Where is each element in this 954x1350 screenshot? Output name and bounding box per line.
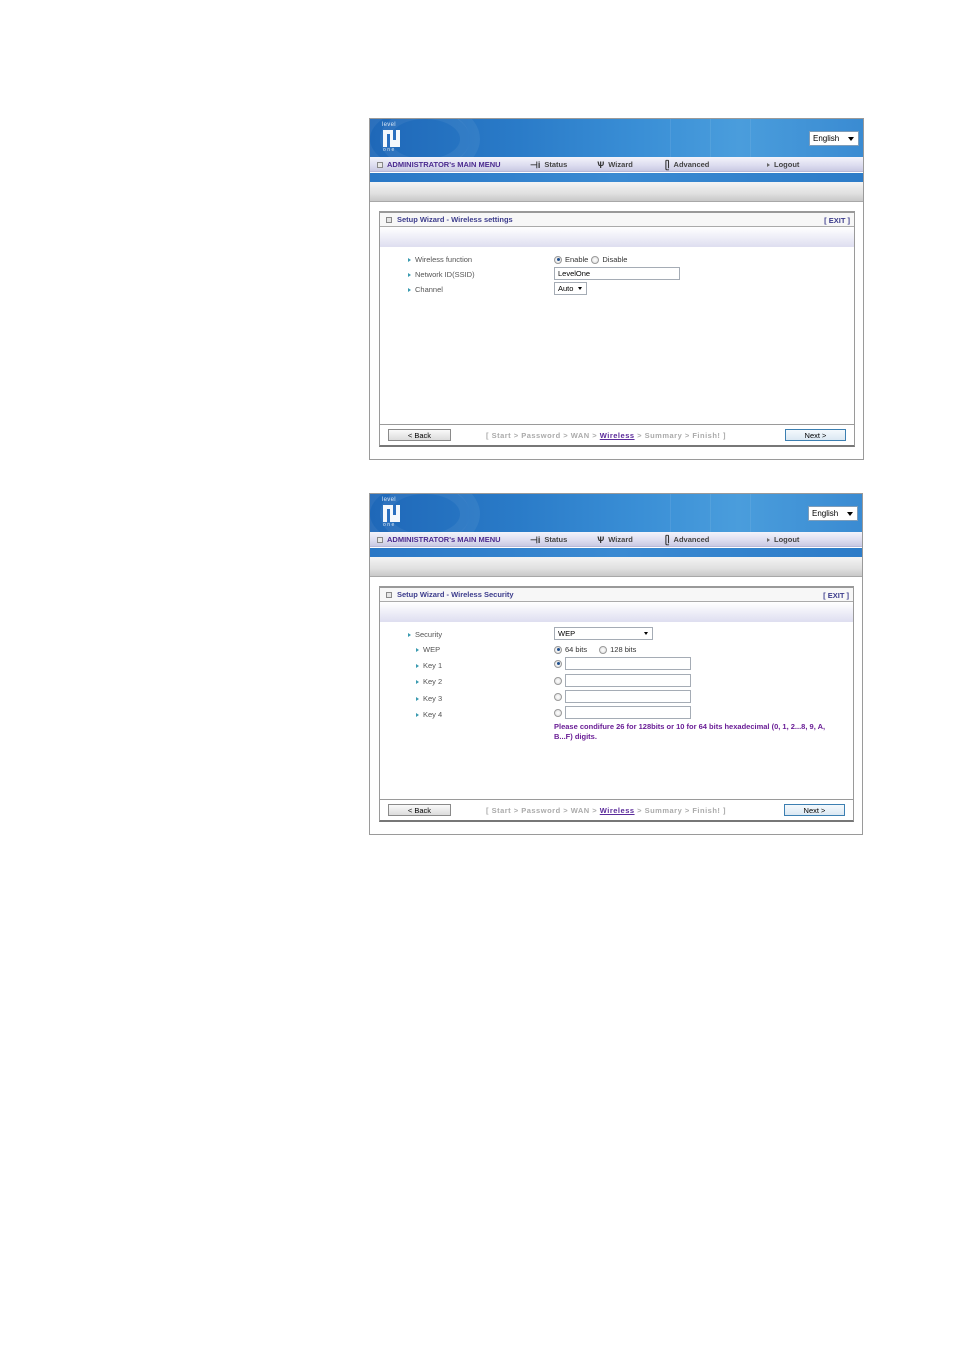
logo-mark-icon xyxy=(383,130,400,147)
channel-select[interactable]: Auto xyxy=(554,282,587,295)
logo-mark-icon xyxy=(383,505,400,522)
chevron-down-icon xyxy=(848,137,854,141)
menu-advanced[interactable]: ᥫ Advanced xyxy=(665,535,709,544)
key1-radio[interactable] xyxy=(554,659,562,668)
advanced-icon: ᥫ xyxy=(665,534,670,545)
wep-bits-radios: 64 bits 128 bits xyxy=(554,645,636,654)
wizard-icon: Ѱ xyxy=(597,534,605,545)
panel-header: Setup Wizard - Wireless Security [ EXIT … xyxy=(380,588,853,602)
wireless-function-radios: Enable Disable xyxy=(554,255,627,264)
key4-input[interactable] xyxy=(565,706,691,719)
exit-link[interactable]: [ EXIT ] xyxy=(823,591,849,600)
chevron-down-icon xyxy=(847,512,853,516)
levelone-logo: level one xyxy=(382,497,402,529)
next-button[interactable]: Next > xyxy=(784,804,845,816)
wizard-footer: < Back [ Start > Password > WAN > Wirele… xyxy=(379,800,854,822)
header-banner: level one English xyxy=(370,494,862,532)
chevron-down-icon xyxy=(644,632,648,635)
key2-label: Key 2 xyxy=(416,677,442,686)
menu-logout[interactable]: Logout xyxy=(767,160,799,169)
header-banner: level one English xyxy=(370,119,863,157)
advanced-icon: ᥫ xyxy=(665,159,670,170)
wizard-footer: < Back [ Start > Password > WAN > Wirele… xyxy=(379,425,855,447)
ssid-label: Network ID(SSID) xyxy=(408,270,475,279)
menu-wizard[interactable]: Ѱ Wizard xyxy=(597,160,633,169)
levelone-logo: level one xyxy=(382,122,402,154)
main-menu-bar: ADMINISTRATOR's MAIN MENU ⊣i Status Ѱ Wi… xyxy=(370,532,862,547)
bullet-arrow-icon xyxy=(416,696,419,701)
channel-label: Channel xyxy=(408,285,443,294)
bullet-arrow-icon xyxy=(416,679,419,684)
wizard-steps: [ Start > Password > WAN > Wireless > Su… xyxy=(486,431,726,440)
panel-title: Setup Wizard - Wireless Security xyxy=(397,590,514,599)
arrow-right-icon xyxy=(767,537,770,542)
panel-header: Setup Wizard - Wireless settings [ EXIT … xyxy=(380,213,854,227)
wizard-icon: Ѱ xyxy=(597,159,605,170)
status-icon: ⊣i xyxy=(530,534,541,545)
key2-radio[interactable] xyxy=(554,676,562,685)
bullet-arrow-icon xyxy=(408,272,411,277)
key1-label: Key 1 xyxy=(416,661,442,670)
menu-wizard[interactable]: Ѱ Wizard xyxy=(597,535,633,544)
wep-label: WEP xyxy=(416,645,440,654)
language-select[interactable]: English xyxy=(808,506,858,521)
square-bullet-icon xyxy=(386,216,392,223)
wizard-panel: Setup Wizard - Wireless Security [ EXIT … xyxy=(379,586,854,800)
wizard-steps: [ Start > Password > WAN > Wireless > Su… xyxy=(486,806,726,815)
back-button[interactable]: < Back xyxy=(388,429,451,441)
arrow-right-icon xyxy=(767,162,770,167)
menu-admin-main[interactable]: ADMINISTRATOR's MAIN MENU xyxy=(377,535,501,544)
wireless-function-label: Wireless function xyxy=(408,255,472,264)
language-select[interactable]: English xyxy=(809,131,859,146)
status-icon: ⊣i xyxy=(530,159,541,170)
exit-link[interactable]: [ EXIT ] xyxy=(824,216,850,225)
key3-input[interactable] xyxy=(565,690,691,703)
menu-admin-main[interactable]: ADMINISTRATOR's MAIN MENU xyxy=(377,160,501,169)
bullet-arrow-icon xyxy=(416,663,419,668)
key4-radio[interactable] xyxy=(554,708,562,717)
bullet-arrow-icon xyxy=(408,257,411,262)
disable-radio[interactable] xyxy=(591,255,600,264)
menu-status[interactable]: ⊣i Status xyxy=(530,160,567,169)
chevron-down-icon xyxy=(578,287,582,290)
key3-label: Key 3 xyxy=(416,694,442,703)
wizard-panel: Setup Wizard - Wireless settings [ EXIT … xyxy=(379,211,855,425)
64-bits-radio[interactable] xyxy=(554,645,562,654)
enable-radio[interactable] xyxy=(554,255,562,264)
ssid-input[interactable] xyxy=(554,267,680,280)
bullet-arrow-icon xyxy=(416,647,419,652)
step-wireless-link[interactable]: Wireless xyxy=(600,431,635,440)
bullet-arrow-icon xyxy=(408,632,411,637)
bullet-arrow-icon xyxy=(416,712,419,717)
menu-advanced[interactable]: ᥫ Advanced xyxy=(665,160,709,169)
wireless-settings-screen: level one English ADMINISTRATOR's MAIN M… xyxy=(369,118,864,460)
step-wireless-link[interactable]: Wireless xyxy=(600,806,635,815)
key-format-note: Please condifure 26 for 128bits or 10 fo… xyxy=(554,722,826,741)
next-button[interactable]: Next > xyxy=(785,429,846,441)
square-bullet-icon xyxy=(377,161,383,168)
key4-label: Key 4 xyxy=(416,710,442,719)
key3-radio[interactable] xyxy=(554,692,562,701)
security-select[interactable]: WEP xyxy=(554,627,653,640)
menu-logout[interactable]: Logout xyxy=(767,535,799,544)
square-bullet-icon xyxy=(386,591,392,598)
wireless-security-screen: level one English ADMINISTRATOR's MAIN M… xyxy=(369,493,863,835)
back-button[interactable]: < Back xyxy=(388,804,451,816)
panel-title: Setup Wizard - Wireless settings xyxy=(397,215,513,224)
128-bits-radio[interactable] xyxy=(599,645,608,654)
key1-input[interactable] xyxy=(565,657,691,670)
key2-input[interactable] xyxy=(565,674,691,687)
menu-status[interactable]: ⊣i Status xyxy=(530,535,567,544)
main-menu-bar: ADMINISTRATOR's MAIN MENU ⊣i Status Ѱ Wi… xyxy=(370,157,863,172)
bullet-arrow-icon xyxy=(408,287,411,292)
square-bullet-icon xyxy=(377,536,383,543)
security-label: Security xyxy=(408,630,442,639)
